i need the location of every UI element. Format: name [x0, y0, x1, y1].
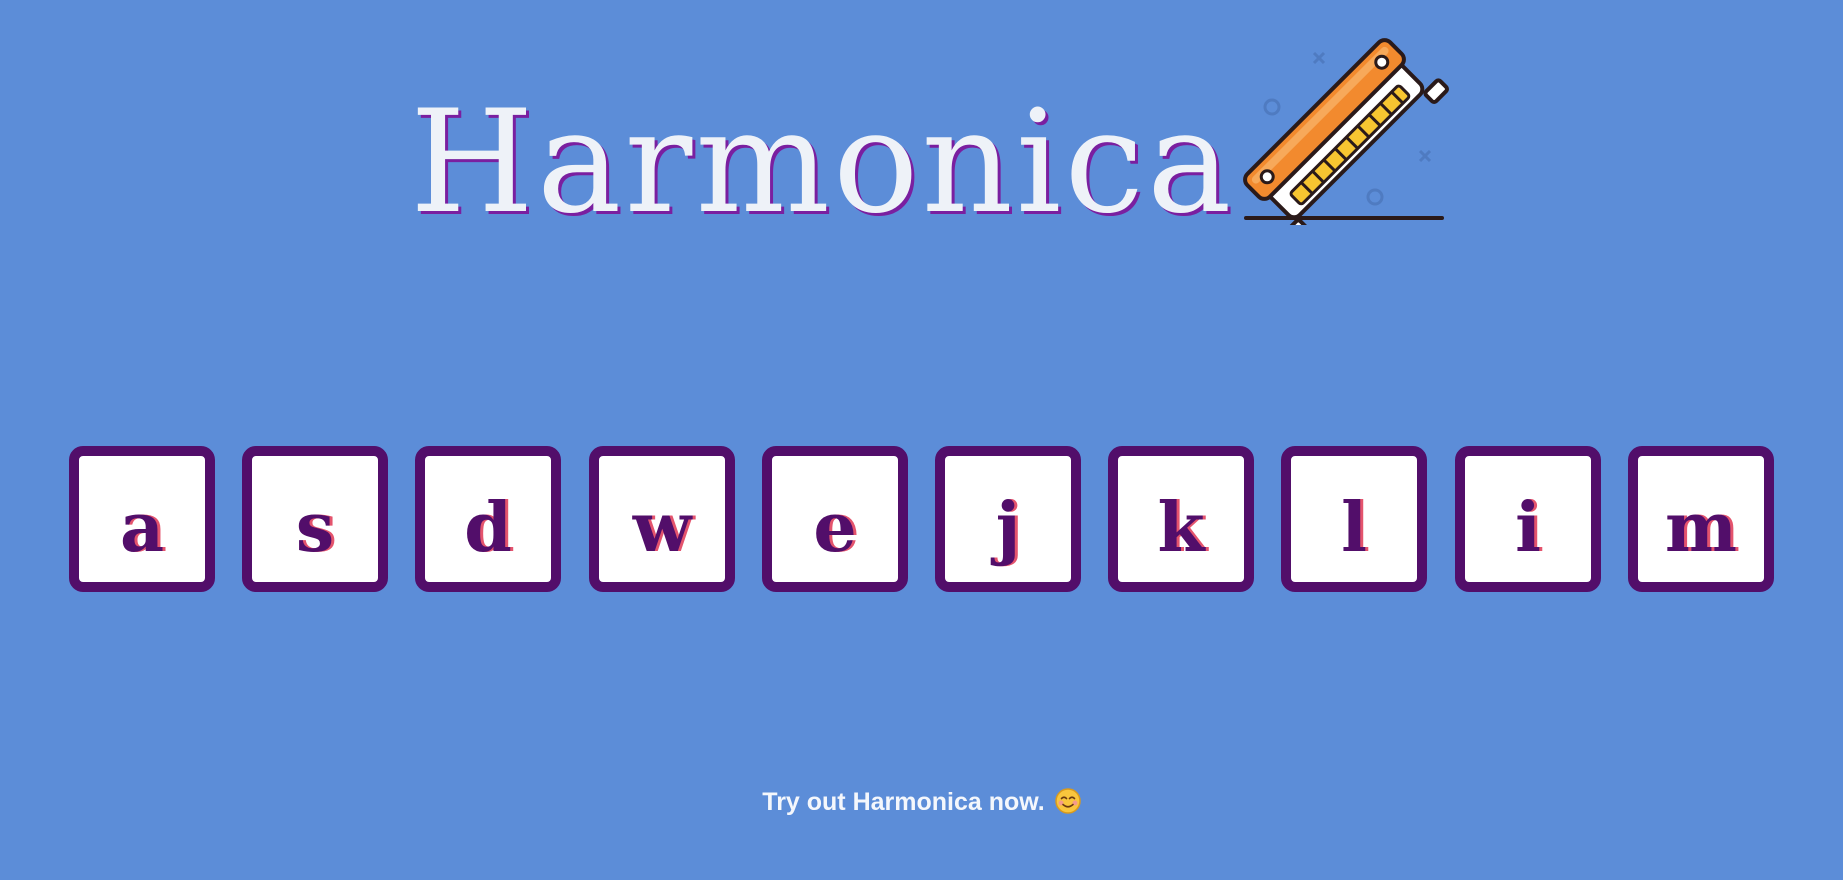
key-j[interactable]: j [935, 446, 1081, 592]
harmonica-icon [1243, 38, 1449, 225]
key-i[interactable]: i [1455, 446, 1601, 592]
key-w[interactable]: w [589, 446, 735, 592]
footer-text: Try out Harmonica now. [762, 788, 1045, 816]
key-row: a s d w e j k l i m [69, 446, 1775, 592]
page-header: Harmonica [0, 0, 1843, 240]
key-label: d [464, 488, 512, 568]
key-label: k [1157, 488, 1205, 568]
key-label: m [1665, 488, 1737, 568]
key-m[interactable]: m [1628, 446, 1774, 592]
smiling-face-icon [1054, 788, 1081, 814]
footer-message: Try out Harmonica now. [0, 788, 1843, 817]
key-a[interactable]: a [69, 446, 215, 592]
key-label: s [295, 488, 335, 568]
key-e[interactable]: e [762, 446, 908, 592]
page-title: Harmonica [410, 80, 1235, 245]
key-label: j [995, 488, 1021, 568]
key-d[interactable]: d [415, 446, 561, 592]
key-label: i [1515, 488, 1541, 568]
key-label: a [119, 488, 165, 568]
key-s[interactable]: s [242, 446, 388, 592]
key-label: e [813, 488, 857, 568]
key-label: w [632, 488, 692, 568]
key-label: l [1341, 488, 1367, 568]
key-k[interactable]: k [1108, 446, 1254, 592]
key-l[interactable]: l [1281, 446, 1427, 592]
